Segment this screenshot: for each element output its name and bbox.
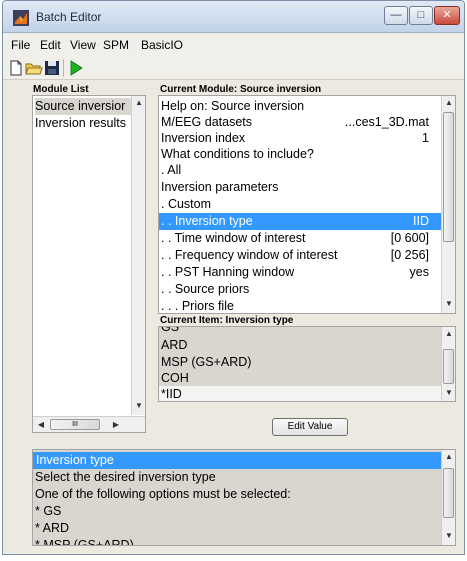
scroll-right-arrow-icon[interactable]: ▶ xyxy=(109,420,123,429)
maximize-button[interactable]: □ xyxy=(409,6,433,25)
module-list-item[interactable]: Inversion results xyxy=(35,115,126,132)
save-icon[interactable] xyxy=(43,59,61,77)
minimize-icon: — xyxy=(390,9,402,21)
item-option-selected[interactable]: *IID xyxy=(159,386,441,401)
module-row[interactable]: Help on: Source inversion xyxy=(161,98,441,115)
module-row[interactable]: M/EEG datasets ...ces1_3D.mat xyxy=(161,114,441,131)
module-list-vscrollbar[interactable]: ▲ ▼ xyxy=(131,96,145,415)
run-icon[interactable] xyxy=(67,59,85,77)
module-list[interactable]: Source inversior Inversion results ▲ ▼ ◀… xyxy=(32,95,146,433)
module-list-header: Module List xyxy=(33,84,89,95)
edit-value-button[interactable]: Edit Value xyxy=(272,418,348,436)
vscroll-thumb[interactable] xyxy=(443,468,454,518)
scroll-down-arrow-icon[interactable]: ▼ xyxy=(442,299,455,308)
item-option[interactable]: ARD xyxy=(161,337,187,354)
scroll-down-arrow-icon[interactable]: ▼ xyxy=(442,388,455,397)
module-row[interactable]: Inversion parameters xyxy=(161,179,441,196)
item-option[interactable]: COH xyxy=(161,370,189,387)
menu-bar: File Edit View SPM BasicIO xyxy=(3,34,464,56)
scroll-down-arrow-icon[interactable]: ▼ xyxy=(132,401,145,410)
batch-editor-window: Batch Editor — □ ✕ File Edit View SPM Ba… xyxy=(2,0,465,555)
maximize-icon: □ xyxy=(417,9,425,21)
module-row[interactable]: . Custom xyxy=(161,196,441,213)
current-item-list[interactable]: GS ARD MSP (GS+ARD) COH *IID ▲ ▼ xyxy=(158,326,456,402)
scroll-left-arrow-icon[interactable]: ◀ xyxy=(34,420,48,429)
module-row-selected[interactable]: . . Inversion type IID xyxy=(159,213,441,230)
window-title: Batch Editor xyxy=(36,10,102,24)
title-bar[interactable]: Batch Editor — □ ✕ xyxy=(3,1,464,33)
close-button[interactable]: ✕ xyxy=(434,6,460,25)
scroll-up-arrow-icon[interactable]: ▲ xyxy=(442,329,455,338)
module-list-item[interactable]: Source inversior xyxy=(35,98,131,115)
module-row[interactable]: . . Source priors xyxy=(161,281,441,298)
scroll-up-arrow-icon[interactable]: ▲ xyxy=(132,98,145,107)
module-row[interactable]: Inversion index 1 xyxy=(161,130,441,147)
module-row[interactable]: . . Time window of interest [0 600] xyxy=(161,230,441,247)
help-vscrollbar[interactable]: ▲ ▼ xyxy=(441,450,455,545)
help-panel: Inversion type Select the desired invers… xyxy=(32,449,456,546)
help-line: * MSP (GS+ARD) xyxy=(35,538,134,546)
toolbar xyxy=(3,56,464,80)
module-row[interactable]: . All xyxy=(161,162,441,179)
module-vscrollbar[interactable]: ▲ ▼ xyxy=(441,96,455,313)
menu-spm[interactable]: SPM xyxy=(103,38,129,52)
matlab-icon xyxy=(13,10,29,26)
help-line: Select the desired inversion type xyxy=(35,470,216,484)
current-module-list[interactable]: Help on: Source inversion M/EEG datasets… xyxy=(158,95,456,314)
help-line: * ARD xyxy=(35,521,70,535)
menu-basicio[interactable]: BasicIO xyxy=(141,38,183,52)
vscroll-thumb[interactable] xyxy=(443,349,454,384)
module-row[interactable]: . . PST Hanning window yes xyxy=(161,264,441,281)
vscroll-thumb[interactable] xyxy=(443,112,454,242)
close-icon: ✕ xyxy=(442,9,452,21)
item-option[interactable]: MSP (GS+ARD) xyxy=(161,354,251,371)
item-vscrollbar[interactable]: ▲ ▼ xyxy=(441,327,455,401)
toolbar-divider xyxy=(63,59,64,77)
module-list-hscrollbar[interactable]: ◀ III ▶ xyxy=(33,416,145,432)
current-item-header: Current Item: Inversion type xyxy=(160,315,294,326)
open-folder-icon[interactable] xyxy=(25,59,43,77)
menu-file[interactable]: File xyxy=(11,38,30,52)
item-option[interactable]: GS xyxy=(161,327,179,336)
help-line: * GS xyxy=(35,504,62,518)
menu-edit[interactable]: Edit xyxy=(40,38,61,52)
scroll-down-arrow-icon[interactable]: ▼ xyxy=(442,531,455,540)
help-title: Inversion type xyxy=(33,452,441,469)
current-module-header: Current Module: Source inversion xyxy=(160,84,322,95)
scroll-up-arrow-icon[interactable]: ▲ xyxy=(442,452,455,461)
new-file-icon[interactable] xyxy=(7,59,25,77)
hscroll-thumb[interactable]: III xyxy=(50,419,100,430)
help-line: One of the following options must be sel… xyxy=(35,487,291,501)
module-row[interactable]: What conditions to include? xyxy=(161,146,441,163)
module-row[interactable]: . . . Priors file xyxy=(161,298,441,313)
module-row[interactable]: . . Frequency window of interest [0 256] xyxy=(161,247,441,264)
scroll-up-arrow-icon[interactable]: ▲ xyxy=(442,98,455,107)
menu-view[interactable]: View xyxy=(70,38,96,52)
minimize-button[interactable]: — xyxy=(384,6,408,25)
